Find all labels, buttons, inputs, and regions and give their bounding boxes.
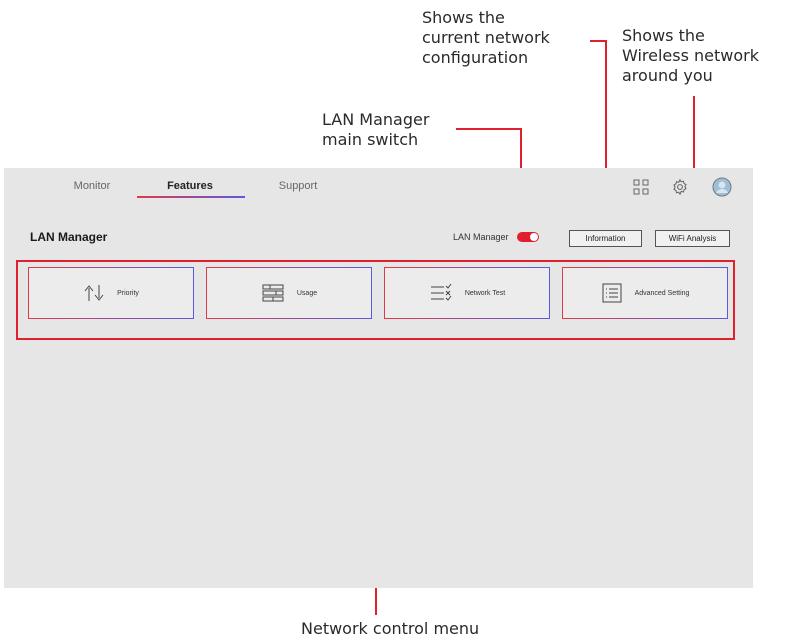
wifi-analysis-button[interactable]: WiFi Analysis [655,230,730,247]
callout-main-switch: LAN Manager main switch [322,110,430,149]
usage-bars-icon [261,283,285,303]
network-test-icon [429,283,453,303]
menu-card-label: Network Test [464,289,506,297]
priority-arrows-icon [83,283,105,303]
avatar[interactable] [712,177,732,197]
callout-control-menu: Network control menu [301,619,480,638]
tab-active-underline [137,196,245,198]
lan-manager-toggle[interactable] [517,232,539,242]
menu-card-network-test[interactable]: Network Test [384,267,550,319]
callout-network-config: Shows the current network configuration [422,8,550,67]
lan-manager-switch-label: LAN Manager [453,232,509,242]
page-title: LAN Manager [30,230,108,244]
information-button[interactable]: Information [569,230,642,247]
list-icon [601,283,623,303]
menu-card-label: Advanced Setting [634,289,690,297]
menu-card-advanced-setting[interactable]: Advanced Setting [562,267,728,319]
menu-card-label: Priority [117,289,139,297]
tab-support[interactable]: Support [248,180,348,192]
menu-card-label: Usage [296,289,318,297]
menu-card-usage[interactable]: Usage [206,267,372,319]
grid-icon[interactable] [631,177,651,197]
toggle-knob [530,233,538,241]
tab-features[interactable]: Features [140,180,240,192]
gear-icon[interactable] [670,177,690,197]
app-window: Monitor Features Support LAN Manager LAN… [4,168,753,588]
callout-wireless: Shows the Wireless network around you [622,26,760,85]
menu-card-priority[interactable]: Priority [28,267,194,319]
tab-monitor[interactable]: Monitor [42,180,142,192]
leader-switch-h [456,128,522,130]
